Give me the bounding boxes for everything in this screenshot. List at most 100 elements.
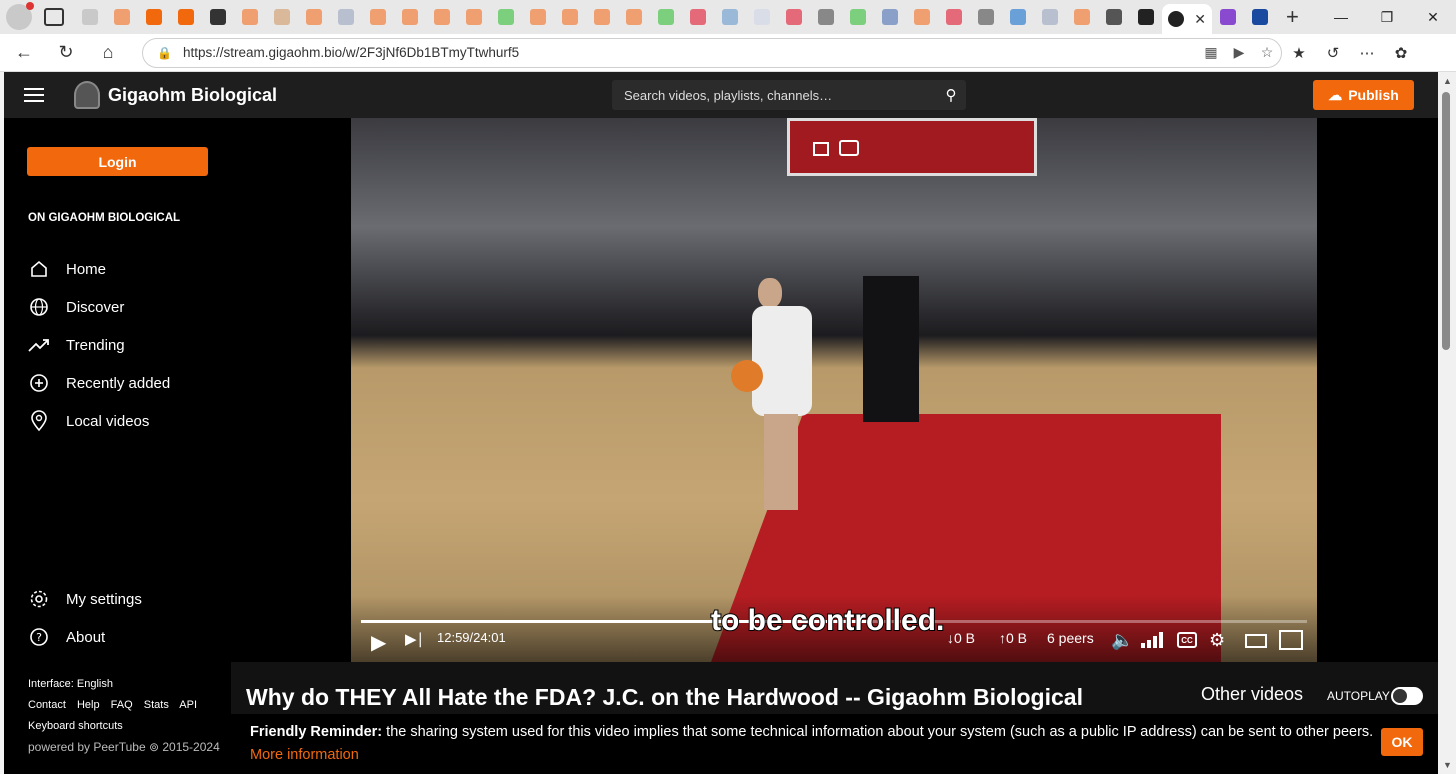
- next-icon[interactable]: ▶∣: [405, 630, 424, 648]
- volume-icon[interactable]: 🔈: [1111, 630, 1133, 651]
- sidebar-item-home[interactable]: Home: [28, 258, 106, 280]
- read-aloud-icon[interactable]: ▶: [1225, 44, 1253, 61]
- settings-gear-icon[interactable]: ⚙: [1209, 630, 1225, 651]
- browser-tab[interactable]: [1034, 3, 1066, 31]
- footer-link-stats[interactable]: Stats: [144, 699, 169, 711]
- browser-tab[interactable]: [778, 3, 810, 31]
- browser-tab[interactable]: [714, 3, 746, 31]
- pip-icon[interactable]: [813, 142, 829, 156]
- theater-mode-icon[interactable]: [1245, 634, 1267, 648]
- keyboard-shortcuts-link[interactable]: Keyboard shortcuts: [28, 720, 123, 732]
- browser-tab[interactable]: [490, 3, 522, 31]
- browser-tab[interactable]: [650, 3, 682, 31]
- history-icon[interactable]: ↺: [1316, 44, 1350, 62]
- more-options-icon[interactable]: ⋯: [1350, 44, 1384, 62]
- home-page-icon[interactable]: ⌂: [90, 38, 126, 68]
- copilot-icon[interactable]: ✿: [1384, 44, 1418, 62]
- browser-tab[interactable]: [106, 3, 138, 31]
- browser-tab[interactable]: [1002, 3, 1034, 31]
- sidebar-item-discover[interactable]: Discover: [28, 296, 124, 318]
- footer-link-api[interactable]: API: [179, 699, 197, 711]
- upload-cloud-icon: ☁: [1328, 86, 1343, 103]
- back-arrow-icon[interactable]: ←: [6, 38, 42, 68]
- browser-tab[interactable]: [394, 3, 426, 31]
- footer-link-contact[interactable]: Contact: [28, 699, 66, 711]
- url-bar[interactable]: 🔒 https://stream.gigaohm.bio/w/2F3jNf6Db…: [142, 37, 1282, 68]
- browser-tab[interactable]: [1066, 3, 1098, 31]
- login-button[interactable]: Login: [27, 147, 208, 176]
- active-browser-tab[interactable]: ✕: [1162, 4, 1212, 34]
- refresh-icon[interactable]: ↻: [48, 38, 84, 68]
- play-icon[interactable]: ▶: [371, 630, 386, 655]
- cast-icon[interactable]: [839, 140, 859, 156]
- search-input[interactable]: Search videos, playlists, channels… ⚲: [612, 80, 966, 110]
- site-logo[interactable]: [74, 81, 100, 109]
- browser-tab[interactable]: [970, 3, 1002, 31]
- favorites-icon[interactable]: ★: [1282, 44, 1316, 62]
- browser-tab[interactable]: [1244, 3, 1276, 31]
- close-tab-icon[interactable]: ✕: [1194, 11, 1206, 28]
- video-player[interactable]: to be controlled. ▶ ▶∣ 12:59/24:01 ↓ 0 B …: [351, 118, 1317, 662]
- footer-link-help[interactable]: Help: [77, 699, 100, 711]
- lock-icon[interactable]: 🔒: [157, 46, 172, 60]
- close-window-icon[interactable]: ✕: [1410, 0, 1456, 34]
- page-scrollbar[interactable]: ▲ ▼: [1438, 72, 1456, 774]
- browser-tab[interactable]: [266, 3, 298, 31]
- trending-icon: [28, 334, 50, 356]
- sidebar-item-trending[interactable]: Trending: [28, 334, 125, 356]
- browser-tab[interactable]: [458, 3, 490, 31]
- browser-tab[interactable]: [938, 3, 970, 31]
- favorite-star-icon[interactable]: ☆: [1253, 44, 1281, 61]
- apps-icon[interactable]: ▦: [1197, 44, 1225, 61]
- menu-icon[interactable]: [24, 88, 44, 102]
- browser-tab[interactable]: [842, 3, 874, 31]
- new-tab-button[interactable]: +: [1286, 4, 1299, 30]
- browser-tab[interactable]: [234, 3, 266, 31]
- browser-tab[interactable]: [682, 3, 714, 31]
- sidebar-item-local-videos[interactable]: Local videos: [28, 410, 149, 432]
- video-basketball: [731, 360, 763, 392]
- minimize-icon[interactable]: —: [1318, 0, 1364, 34]
- browser-tab[interactable]: [522, 3, 554, 31]
- scroll-down-icon[interactable]: ▼: [1443, 760, 1452, 770]
- browser-tab[interactable]: [1098, 3, 1130, 31]
- site-brand[interactable]: Gigaohm Biological: [108, 85, 277, 106]
- sidebar-item-about[interactable]: ? About: [28, 626, 105, 648]
- browser-tab[interactable]: [426, 3, 458, 31]
- browser-tab[interactable]: [362, 3, 394, 31]
- browser-tab[interactable]: [138, 3, 170, 31]
- browser-tab[interactable]: [202, 3, 234, 31]
- browser-tab[interactable]: [906, 3, 938, 31]
- browser-tab[interactable]: [874, 3, 906, 31]
- powered-by[interactable]: powered by PeerTube ⊚ 2015-2024: [28, 740, 220, 754]
- sidebar-item-my-settings[interactable]: My settings: [28, 588, 142, 610]
- profile-avatar[interactable]: [6, 2, 34, 30]
- browser-tab[interactable]: [298, 3, 330, 31]
- publish-button[interactable]: ☁ Publish: [1313, 80, 1414, 110]
- scroll-up-icon[interactable]: ▲: [1443, 76, 1452, 86]
- autoplay-toggle[interactable]: [1391, 687, 1423, 705]
- interface-language[interactable]: Interface: English: [28, 678, 113, 690]
- browser-tab[interactable]: [170, 3, 202, 31]
- browser-tab[interactable]: [810, 3, 842, 31]
- browser-tab[interactable]: [1212, 3, 1244, 31]
- sidebar-item-recently-added[interactable]: Recently added: [28, 372, 170, 394]
- search-icon[interactable]: ⚲: [936, 86, 966, 104]
- ok-button[interactable]: OK: [1381, 728, 1423, 756]
- more-information-link[interactable]: More information: [250, 747, 359, 763]
- scrollbar-thumb[interactable]: [1442, 92, 1450, 350]
- browser-tab[interactable]: [74, 3, 106, 31]
- footer-link-faq[interactable]: FAQ: [111, 699, 133, 711]
- volume-level-icon[interactable]: [1141, 632, 1163, 648]
- url-text[interactable]: https://stream.gigaohm.bio/w/2F3jNf6Db1B…: [183, 45, 1197, 60]
- browser-tab[interactable]: [1130, 3, 1162, 31]
- browser-tab[interactable]: [746, 3, 778, 31]
- browser-tab[interactable]: [586, 3, 618, 31]
- captions-icon[interactable]: CC: [1177, 632, 1197, 648]
- restore-icon[interactable]: ❐: [1364, 0, 1410, 34]
- fullscreen-icon[interactable]: [1279, 630, 1303, 650]
- browser-tab[interactable]: [330, 3, 362, 31]
- browser-tab[interactable]: [618, 3, 650, 31]
- browser-tab[interactable]: [554, 3, 586, 31]
- tab-actions-icon[interactable]: [44, 8, 64, 26]
